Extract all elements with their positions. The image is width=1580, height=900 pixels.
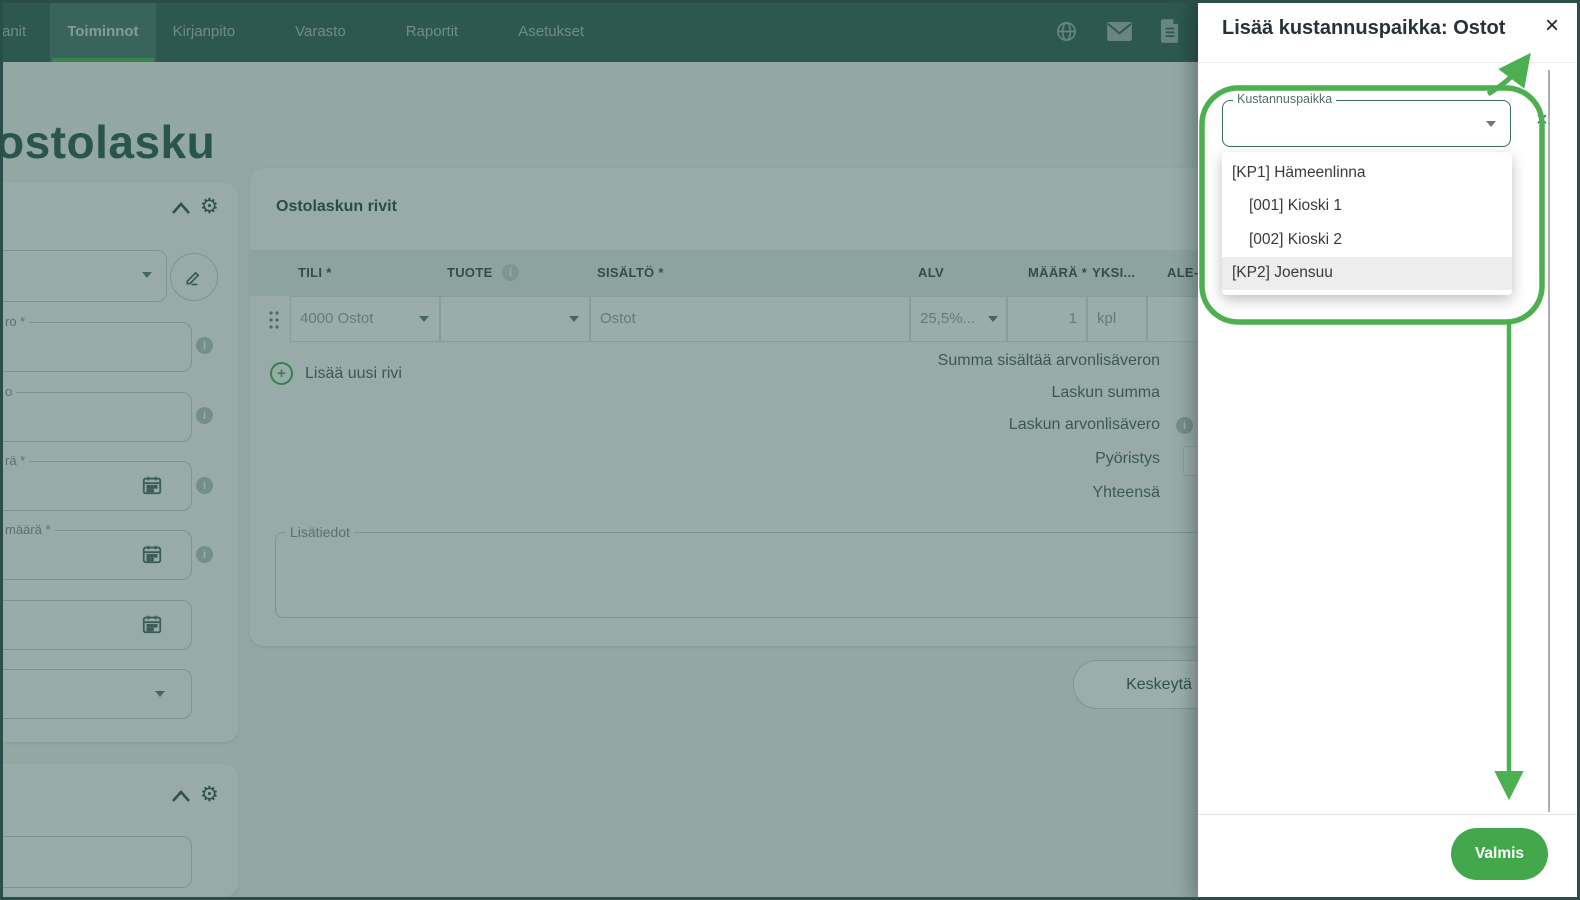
option-label: [KP1] Hämeenlinna [1232,164,1366,182]
cost-center-select-label: Kustannuspaikka [1233,92,1336,106]
clear-icon[interactable]: × [1536,110,1548,130]
drawer-header: Lisää kustannuspaikka: Ostot × [1198,0,1577,63]
option-002-kioski-2[interactable]: [002] Kioski 2 [1222,223,1512,257]
cost-center-select[interactable]: Kustannuspaikka [1222,100,1511,147]
submit-button[interactable]: Valmis [1451,828,1548,880]
drawer-scrollbar[interactable] [1548,70,1550,812]
close-icon[interactable]: × [1545,14,1559,38]
option-label: [KP2] Joensuu [1232,264,1333,282]
option-001-kioski-1[interactable]: [001] Kioski 1 [1222,190,1512,224]
chevron-down-icon [1486,121,1496,127]
option-label: [001] Kioski 1 [1249,197,1342,215]
cost-center-drawer: Lisää kustannuspaikka: Ostot × Kustannus… [1198,0,1577,900]
submit-button-label: Valmis [1475,845,1524,863]
cost-center-dropdown-menu: [KP1] Hämeenlinna [001] Kioski 1 [002] K… [1222,152,1512,295]
option-label: [002] Kioski 2 [1249,231,1342,249]
drawer-title: Lisää kustannuspaikka: Ostot [1222,17,1505,40]
option-kp1-hameenlinna[interactable]: [KP1] Hämeenlinna [1222,156,1512,190]
footer-divider [1198,814,1577,815]
option-kp2-joensuu[interactable]: [KP2] Joensuu [1222,257,1512,291]
